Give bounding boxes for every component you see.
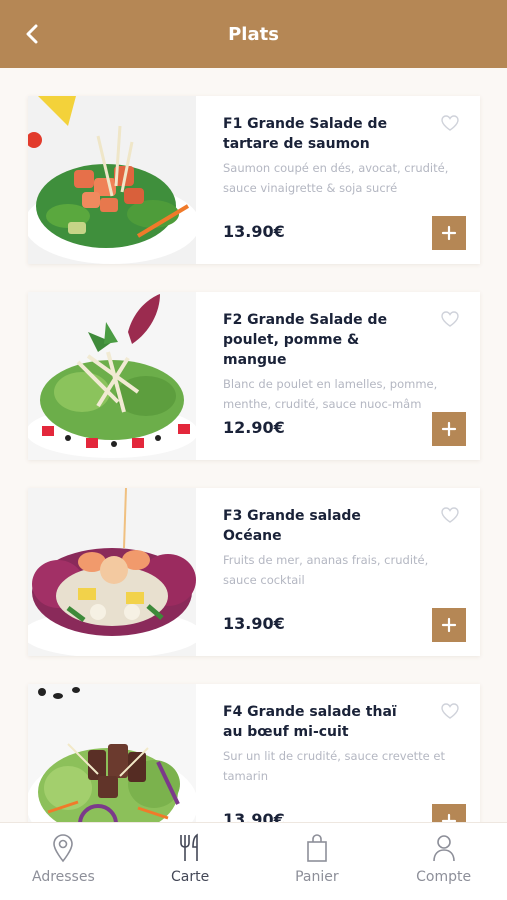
heart-icon (441, 703, 459, 719)
heart-icon (441, 311, 459, 327)
plus-icon (441, 813, 457, 822)
dish-name: F2 Grande Salade de poulet, pomme & mang… (223, 312, 388, 368)
tab-label: Carte (171, 869, 210, 885)
user-icon (432, 835, 455, 862)
tab-label: Compte (416, 869, 472, 885)
dish-price: 13.90€ (223, 810, 285, 822)
dish-price: 13.90€ (223, 222, 285, 241)
dish-image-f2 (28, 292, 196, 460)
tab-label: Adresses (31, 869, 95, 885)
plus-icon (441, 617, 457, 633)
tab-compte[interactable]: Compte (380, 823, 507, 900)
dish-name: F4 Grande salade thaï au bœuf mi-cuit (223, 704, 397, 740)
add-to-cart-button[interactable] (432, 804, 466, 822)
add-to-cart-button[interactable] (432, 216, 466, 250)
fork-knife-icon (180, 833, 198, 861)
dish-list[interactable]: F1 Grande Salade de tartare de saumon Sa… (0, 68, 507, 822)
dish-image-f4 (28, 684, 196, 822)
dish-description: Fruits de mer, ananas frais, crudité, sa… (223, 553, 429, 587)
bottom-tab-bar: Adresses Carte Panier Compte (0, 822, 507, 900)
plus-icon (441, 225, 457, 241)
heart-icon (441, 115, 459, 131)
tab-panier[interactable]: Panier (254, 823, 381, 900)
tab-adresses[interactable]: Adresses (0, 823, 127, 900)
back-button[interactable] (20, 22, 44, 46)
shopping-bag-icon (307, 834, 327, 862)
favorite-button[interactable] (440, 114, 460, 132)
dish-description: Sur un lit de crudité, sauce crevette et… (223, 749, 445, 783)
heart-icon (441, 507, 459, 523)
dish-image-f1 (28, 96, 196, 264)
chevron-left-icon (26, 24, 38, 44)
plus-icon (441, 421, 457, 437)
map-pin-icon (53, 834, 74, 863)
tab-carte[interactable]: Carte (127, 823, 254, 900)
dish-name: F3 Grande salade Océane (223, 508, 361, 544)
dish-description: Saumon coupé en dés, avocat, crudité, sa… (223, 161, 449, 195)
add-to-cart-button[interactable] (432, 608, 466, 642)
dish-price: 13.90€ (223, 614, 285, 633)
dish-description: Blanc de poulet en lamelles, pomme, ment… (223, 377, 438, 411)
add-to-cart-button[interactable] (432, 412, 466, 446)
top-bar: Plats (0, 0, 507, 68)
dish-name: F1 Grande Salade de tartare de saumon (223, 116, 388, 152)
dish-card-f1[interactable]: F1 Grande Salade de tartare de saumon Sa… (28, 96, 480, 264)
dish-card-f4[interactable]: F4 Grande salade thaï au bœuf mi-cuit Su… (28, 684, 480, 822)
dish-image-f3 (28, 488, 196, 656)
favorite-button[interactable] (440, 702, 460, 720)
favorite-button[interactable] (440, 310, 460, 328)
page-title: Plats (228, 23, 279, 45)
dish-card-f3[interactable]: F3 Grande salade Océane Fruits de mer, a… (28, 488, 480, 656)
tab-label: Panier (295, 869, 339, 885)
favorite-button[interactable] (440, 506, 460, 524)
dish-price: 12.90€ (223, 418, 285, 437)
dish-card-f2[interactable]: F2 Grande Salade de poulet, pomme & mang… (28, 292, 480, 460)
